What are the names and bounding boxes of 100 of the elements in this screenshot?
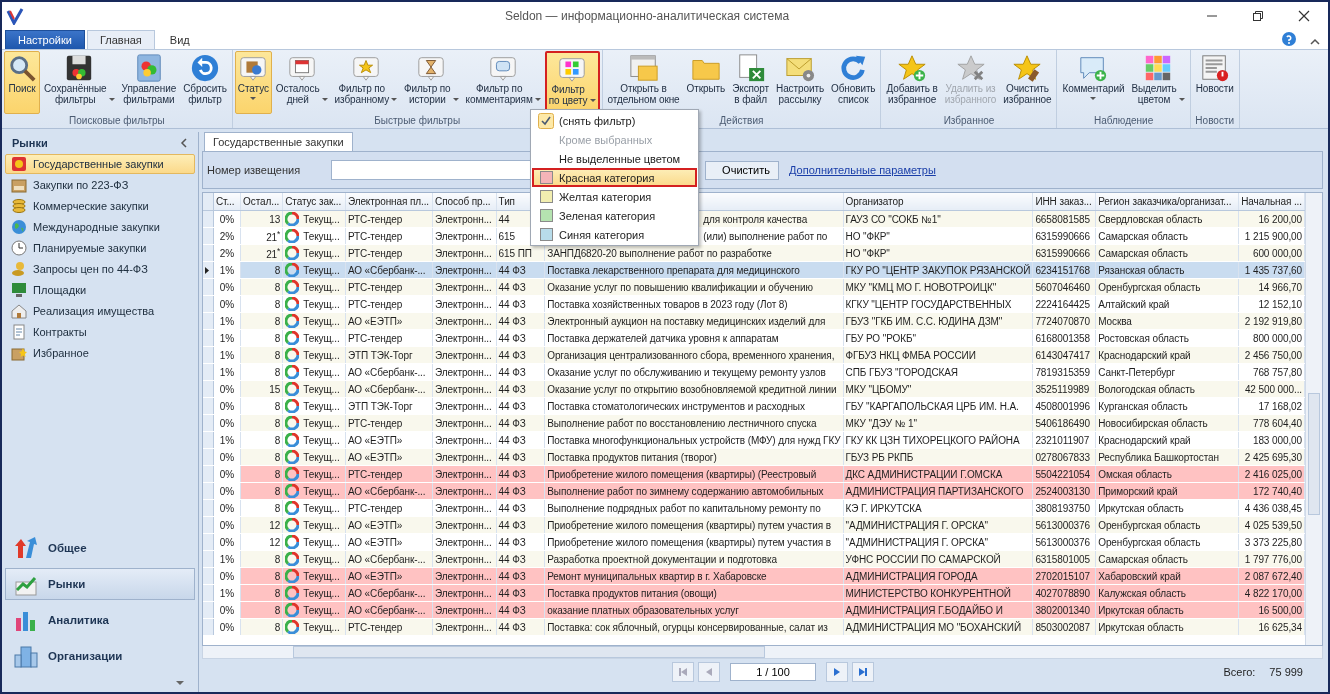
ribbon-tab[interactable]: Настройки	[5, 30, 85, 49]
table-row[interactable]: 1% 8 Текущ... РТС-тендер Электронн... 44 ФЗ Поставка держателей датчика уровня к аппаратам ГБУ РО "РОКБ" 6168001358 Ростовская область 800 000,00	[203, 329, 1305, 347]
table-row[interactable]: 0% 8 Текущ... РТС-тендер Электронн... 44 ФЗ Поставка: сок яблочный, огурцы консервированные, салат из АДМИНИСТРАЦИЯ МО "БОХАНСКИЙ 8503002087 Иркутская область 16 625,34	[203, 618, 1305, 636]
button-label: Фильтр по комментариям	[465, 83, 533, 105]
table-cell: Текущ...	[303, 468, 340, 480]
sidebar-item[interactable]: Площадки	[5, 280, 195, 300]
menu-item[interactable]: Не выделенные цветом	[532, 149, 697, 168]
table-cell: 3802001340	[1032, 601, 1096, 619]
sidebar-item[interactable]: Коммерческие закупки	[5, 196, 195, 216]
table-row[interactable]: 1% 8 Текущ... АО «Сбербанк-... Электронн... 44 ФЗ Оказание услуг по обслуживанию и текущему ремонту узлов СПБ ГБУЗ "ГОРОДСКАЯ 7819315359 Санкт-Петербург 768 757,80	[203, 363, 1305, 381]
sidebar-item[interactable]: Закупки по 223-ФЗ	[5, 175, 195, 195]
vertical-scrollbar[interactable]	[1305, 193, 1322, 645]
table-row[interactable]: 0% 8 Текущ... РТС-тендер Электронн... 44 ФЗ Оказание услуг по повышению квалификации и обучению МКУ "КМЦ МО Г. НОВОТРОИЦК" 5607046460 Оренбургская область 14 966,70	[203, 278, 1305, 296]
column-header[interactable]: Статус зак...	[282, 193, 346, 211]
table-row[interactable]: 0% 8 Текущ... РТС-тендер Электронн... 44 ФЗ Выполнение подрядных работ по капитальному ремонту по КЭ Г. ИРКУТСКА 3808193750 Иркутская область 4 436 038,45	[203, 499, 1305, 517]
table-cell: 2702015107	[1032, 567, 1096, 585]
navigation-section[interactable]: Организации	[5, 640, 195, 672]
last-page-icon[interactable]	[856, 665, 870, 679]
ribbon-button[interactable]: Сбросить фильтр	[180, 51, 230, 114]
table-row[interactable]: 0% 8 Текущ... ЭТП ТЭК-Торг Электронн... 44 ФЗ Поставка стоматологических инструментов и расходных ГБУ "КАРГАПОЛЬСКАЯ ЦРБ ИМ. Н.А. 4508001996 Курганская область 17 168,02	[203, 397, 1305, 415]
column-header[interactable]: Организатор	[843, 193, 1033, 211]
table-cell: Текущ...	[303, 604, 340, 616]
ribbon-button[interactable]: Поиск	[4, 51, 40, 114]
collapse-panel-icon[interactable]	[180, 138, 188, 148]
table-cell: Текущ...	[303, 502, 340, 514]
table-cell: 2524003130	[1032, 482, 1096, 500]
table-row[interactable]: 1% 8 Текущ... АО «Сбербанк-... Электронн... 44 ФЗ Разработка проектной документации и подготовка УФНС РОССИИ ПО САМАРСКОЙ 6315801005 Самарская область 1 797 776,00	[203, 550, 1305, 568]
ribbon-button[interactable]: Управление фильтрами	[118, 51, 180, 114]
sidebar-item[interactable]: Государственные закупки	[5, 154, 195, 174]
navigation-section[interactable]: Аналитика	[5, 604, 195, 636]
group-label: Избранное	[943, 115, 995, 126]
ribbon-button[interactable]: Фильтр по истории	[401, 51, 462, 114]
table-row[interactable]: 0% 15 Текущ... АО «Сбербанк-... Электронн... 44 ФЗ Оказание услуг по открытию возобновляемой кредитной линии МКУ "ЦБОМУ" 3525119989 Вологодская область 42 500 000...	[203, 380, 1305, 398]
monitor-icon	[11, 282, 27, 298]
ribbon-button[interactable]: Настроить рассылку	[773, 51, 827, 114]
sidebar-item[interactable]: Запросы цен по 44-ФЗ	[5, 259, 195, 279]
ribbon-button[interactable]: Сохранённые фильтры	[41, 51, 118, 114]
horizontal-scrollbar[interactable]	[202, 646, 1323, 659]
table-row[interactable]: 1% 8 Текущ... АО «Сбербанк-... Электронн... 44 ФЗ Поставка лекарственного препарата для медицинского ГКУ РО "ЦЕНТР ЗАКУПОК РЯЗАНСКОЙ 6234151768 Рязанская область 1 435 737,60	[203, 261, 1305, 279]
ribbon-tab[interactable]: Главная	[86, 30, 155, 49]
ribbon-button[interactable]: Открыть в отдельном окне	[604, 51, 683, 114]
total-label: Всего:	[1223, 666, 1256, 678]
ribbon-button[interactable]: Фильтр по избранному	[331, 51, 401, 114]
ribbon-button[interactable]: Новости	[1192, 51, 1237, 114]
ribbon-tab[interactable]: Вид	[156, 30, 203, 49]
table-cell: Текущ...	[303, 332, 340, 344]
table-cell: ДКС АДМИНИСТРАЦИИ Г.ОМСКА	[843, 465, 1033, 483]
table-cell: 2 416 025,00	[1238, 465, 1305, 483]
clear-button[interactable]: Очистить	[705, 160, 779, 180]
status-ring-icon	[285, 552, 300, 566]
column-header[interactable]: Способ пр...	[432, 193, 497, 211]
table-row[interactable]: 0% 12 Текущ... АО «ЕЭТП» Электронн... 44 ФЗ Приобретение жилого помещения (квартиры) путем участия в "АДМИНИСТРАЦИЯ Г. ОРСКА" 5613000376 Оренбургская область 3 373 225,80	[203, 533, 1305, 551]
table-row[interactable]: 1% 8 Текущ... АО «ЕЭТП» Электронн... 44 ФЗ Электронный аукцион на поставку медицинских изделий для ГБУЗ "ГКБ ИМ. С.С. ЮДИНА ДЗМ" 7724070870 Москва 2 192 919,80	[203, 312, 1305, 330]
column-header[interactable]: Начальная ...	[1238, 193, 1305, 211]
sidebar-item[interactable]: Реализация имущества	[5, 301, 195, 321]
ribbon-button[interactable]: Осталось дней	[272, 51, 331, 114]
ribbon-button[interactable]: Фильтр по комментариям	[462, 51, 544, 114]
page-field[interactable]: 1 / 100	[730, 663, 816, 681]
table-row[interactable]: 0% 8 Текущ... РТС-тендер Электронн... 44 ФЗ Выполнение работ по восстановлению лестничного спуска МКУ "ДЭУ № 1" 5406186490 Новосибирская область 778 604,40	[203, 414, 1305, 432]
button-label: Фильтр по избранному	[334, 83, 390, 105]
ribbon-button[interactable]: Выделить цветом	[1128, 51, 1188, 114]
table-cell: Приморский край	[1095, 482, 1239, 500]
table-row[interactable]: 0% 12 Текущ... АО «ЕЭТП» Электронн... 44 ФЗ Приобретение жилого помещения (квартиры) путем участия в "АДМИНИСТРАЦИЯ Г. ОРСКА" 5613000376 Оренбургская область 4 025 539,50	[203, 516, 1305, 534]
ribbon-button[interactable]: Обновить список	[828, 51, 879, 114]
ribbon-button[interactable]: Очистить избранное	[1000, 51, 1055, 114]
ribbon-button[interactable]: Комментарий	[1059, 51, 1128, 114]
ribbon-button[interactable]: Экспорт в файл	[729, 51, 773, 114]
menu-item[interactable]: Красная категория	[532, 168, 697, 187]
table-cell: Текущ...	[303, 315, 340, 327]
table-row[interactable]: 1% 8 Текущ... ЭТП ТЭК-Торг Электронн... 44 ФЗ Организация централизованного сбора, временного хранения, ФГБУЗ НКЦ ФМБА РОССИИ 6143047417 Краснодарский край 2 456 750,00	[203, 346, 1305, 364]
link[interactable]: Дополнительные параметры	[789, 164, 936, 176]
column-header[interactable]: Регион заказчика/организат...	[1095, 193, 1239, 211]
table-row[interactable]: 1% 8 Текущ... АО «ЕЭТП» Электронн... 44 ФЗ Поставка многофункциональных устройств (МФУ) для нужд ГКУ ГКУ КК ЦЗН ТИХОРЕЦКОГО РАЙОНА 2321011907 Краснодарский край 183 000,00	[203, 431, 1305, 449]
menu-item[interactable]: (снять фильтр)	[532, 111, 697, 130]
table-cell: 4027078890	[1032, 584, 1096, 602]
table-row[interactable]: 0% 8 Текущ... АО «ЕЭТП» Электронн... 44 ФЗ Поставка продуктов питания (творог) ГБУЗ РБ РКПБ 0278067833 Республика Башкортостан 2 425 695,30	[203, 448, 1305, 466]
table-row[interactable]: 2% 21$^{*}$ Текущ... РТС-тендер Электронн... 615 ПП ЗАНПД6820-20 выполнение работ по разработке НО "ФКР" 6315990666 Самарская область 600 000,00	[203, 244, 1305, 262]
column-header[interactable]: Остал...	[240, 193, 283, 211]
restore-icon[interactable]	[1252, 9, 1264, 22]
document-tab[interactable]: Государственные закупки	[204, 132, 353, 151]
navigation-section[interactable]: Рынки	[5, 568, 195, 600]
table-cell: 16 500,00	[1238, 601, 1305, 619]
caret-icon[interactable]	[176, 681, 184, 685]
table-cell: АО «Сбербанк-...	[345, 482, 433, 500]
column-header[interactable]: Ст...	[213, 193, 241, 211]
navigation-section[interactable]: Общее	[5, 532, 195, 564]
sidebar-item[interactable]: Контракты	[5, 322, 195, 342]
sidebar-item[interactable]: Международные закупки	[5, 217, 195, 237]
ribbon-button[interactable]: Открыть	[683, 51, 729, 114]
close-icon[interactable]	[1298, 9, 1310, 22]
column-header[interactable]: ИНН заказ...	[1032, 193, 1096, 211]
help-icon[interactable]	[1282, 32, 1296, 46]
column-header[interactable]: Электронная пл...	[345, 193, 433, 211]
sidebar-item[interactable]: Планируемые закупки	[5, 238, 195, 258]
table-row[interactable]: 0% 8 Текущ... РТС-тендер Электронн... 44 ФЗ Поставка хозяйственных товаров в 2023 году (Лот 8) КГКУ "ЦЕНТР ГОСУДАРСТВЕННЫХ 2224164425 Алтайский край 12 152,10	[203, 295, 1305, 313]
ribbon-button[interactable]: Добавить в избранное	[883, 51, 941, 114]
sidebar-item[interactable]: Избранное	[5, 343, 195, 363]
collapse-ribbon-icon[interactable]	[1310, 38, 1320, 46]
status-ring-icon	[285, 569, 300, 583]
ribbon-button[interactable]: Статус	[234, 51, 272, 114]
